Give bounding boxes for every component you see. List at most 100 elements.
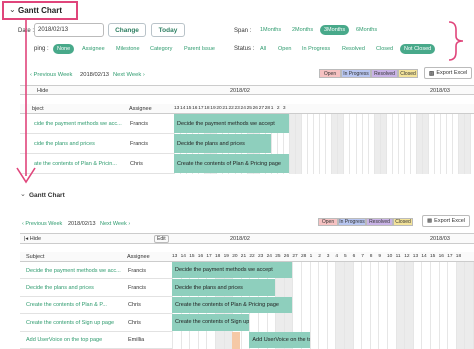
table-row[interactable]: Create the contents of Plan & P... Chris: [20, 296, 172, 315]
grid-line: [318, 262, 320, 349]
table-row[interactable]: Decide the plans and prices Francis: [20, 279, 172, 297]
grid-line: [455, 262, 457, 349]
grouping-parent-issue[interactable]: Parent Issue: [180, 44, 219, 54]
task-subject-link[interactable]: cide the payment methods we acc...: [34, 121, 130, 127]
day-number: 13: [412, 254, 419, 259]
grid-line: [361, 262, 363, 349]
edit-button[interactable]: Edit: [154, 235, 169, 243]
status-open[interactable]: Open: [274, 44, 295, 54]
brace-annotation: [448, 21, 464, 61]
table-row[interactable]: cide the payment methods we acc... Franci…: [20, 114, 174, 134]
grid-line: [428, 114, 430, 174]
column-assignee-bottom: Assignee: [127, 254, 150, 260]
task-subject-link[interactable]: Create the contents of Plan & P...: [26, 302, 122, 308]
table-row[interactable]: Create the contents of Sign up page Chris: [20, 314, 172, 332]
grouping-none[interactable]: None: [53, 44, 75, 54]
gantt-bar[interactable]: Decide the plans and prices: [174, 134, 271, 153]
grouping-milestone[interactable]: Milestone: [112, 44, 144, 54]
day-number: 14: [180, 106, 186, 111]
grid-line: [446, 114, 448, 174]
next-week-link-bottom[interactable]: Next Week ›: [100, 221, 130, 227]
status-resolved[interactable]: Resolved: [338, 44, 369, 54]
table-row[interactable]: cide the plans and prices Francis: [20, 134, 174, 154]
day-number: 23: [234, 106, 240, 111]
gantt-bar[interactable]: Decide the payment methods we accept: [172, 262, 293, 279]
day-number: 8: [369, 254, 373, 259]
collapse-chevron-icon-bottom[interactable]: ⌄: [20, 190, 26, 198]
gantt-bar[interactable]: Create the contents of Plan & Pricing pa…: [174, 154, 289, 173]
task-subject-link[interactable]: cide the plans and prices: [34, 141, 130, 147]
hide-button-bottom[interactable]: |◂ Hide: [24, 236, 41, 242]
weekend-column: [335, 262, 344, 349]
day-number: 2: [276, 106, 280, 111]
date-input[interactable]: 2018/02/13: [34, 23, 104, 37]
gantt-bar[interactable]: Decide the plans and prices: [172, 279, 276, 296]
grouping-assignee[interactable]: Assignee: [78, 44, 109, 54]
top-panel: ⌄ Gantt Chart Date : 2018/02/13 Change T…: [0, 0, 474, 180]
today-button[interactable]: Today: [151, 23, 185, 37]
task-subject-link[interactable]: ate the contents of Plan & Pricin...: [34, 161, 130, 167]
gantt-bar[interactable]: Create the contents of Plan & Pricing pa…: [172, 296, 293, 314]
span-6months[interactable]: 6Months: [352, 25, 381, 35]
weekend-column: [395, 262, 405, 349]
grid-line: [434, 114, 436, 174]
task-subject-link[interactable]: Create the contents of Sign up page: [26, 320, 122, 326]
prev-week-link-bottom[interactable]: ‹ Previous Week: [22, 221, 62, 227]
gantt-bar[interactable]: Create the contents of Sign up page: [172, 314, 250, 331]
export-excel-button-bottom[interactable]: ▩ Export Excel: [422, 215, 470, 227]
table-row[interactable]: Decide the payment methods we acc... Fran…: [20, 262, 172, 280]
day-number: 14: [180, 254, 186, 259]
day-number: 17: [447, 254, 453, 259]
change-button[interactable]: Change: [108, 23, 146, 37]
task-assignee: Chris: [128, 319, 141, 326]
day-number: 6: [352, 254, 356, 259]
span-3months[interactable]: 3Months: [320, 25, 350, 35]
week-date: 2018/02/13: [80, 72, 110, 78]
next-week-link[interactable]: Next Week ›: [113, 72, 145, 78]
grid-line: [412, 262, 414, 349]
grid-line: [409, 114, 411, 174]
day-number: 20: [216, 106, 222, 111]
grouping-category[interactable]: Category: [146, 44, 176, 54]
gantt-bar[interactable]: Decide the payment methods we accept: [174, 114, 289, 133]
table-row[interactable]: ate the contents of Plan & Pricin... Chri…: [20, 154, 174, 174]
table-row[interactable]: Add UserVoice on the top page Emillia: [20, 331, 172, 349]
task-subject-link[interactable]: Decide the payment methods we acc...: [26, 268, 122, 274]
status-all[interactable]: All: [256, 44, 270, 54]
span-2months[interactable]: 2Months: [288, 25, 317, 35]
grid-line: [379, 114, 381, 174]
day-numbers-bottom: 13 14 15 16 17 18 19 20 21 22 23 24 25 26 27 28 1 2 3 4 5 6 7 8…: [172, 254, 474, 262]
collapse-chevron-icon[interactable]: ⌄: [9, 5, 16, 14]
status-not-closed[interactable]: Not Closed: [400, 44, 436, 54]
day-number: 16: [438, 254, 444, 259]
day-number: 26: [283, 254, 290, 259]
grid-line: [440, 114, 442, 174]
day-number: 28: [301, 254, 307, 259]
status-closed[interactable]: Closed: [372, 44, 397, 54]
progress-marker: [232, 331, 241, 349]
task-subject-link[interactable]: Add UserVoice on the top page: [26, 337, 122, 343]
grid-line: [343, 114, 345, 174]
gantt-header-row-bottom: |◂ Hide Edit 2018/02 2018/03: [20, 233, 474, 244]
grid-line: [385, 114, 387, 174]
task-subject-link[interactable]: Decide the plans and prices: [26, 285, 122, 291]
status-in-progress[interactable]: In Progress: [298, 44, 334, 54]
status-label: Status :: [234, 46, 255, 52]
span-1months[interactable]: 1Months: [256, 25, 285, 35]
weekend-column: [404, 262, 413, 349]
day-number: 24: [266, 254, 272, 259]
grid-line: [470, 114, 472, 174]
grid-line: [331, 114, 333, 174]
day-number: 27: [258, 106, 265, 111]
task-assignee: Francis: [128, 285, 147, 292]
grid-line: [313, 114, 315, 174]
day-number: 16: [197, 254, 204, 259]
day-number: 15: [186, 106, 192, 111]
gantt-bar[interactable]: Add UserVoice on the top page: [249, 331, 310, 348]
export-excel-button[interactable]: ▩ Export Excel: [424, 67, 472, 79]
legend-closed-bottom: Closed: [393, 218, 413, 226]
grid-line: [447, 262, 449, 349]
month-label-right-bottom: 2018/03: [430, 236, 450, 242]
grid-line: [391, 114, 393, 174]
grid-line: [464, 262, 466, 349]
